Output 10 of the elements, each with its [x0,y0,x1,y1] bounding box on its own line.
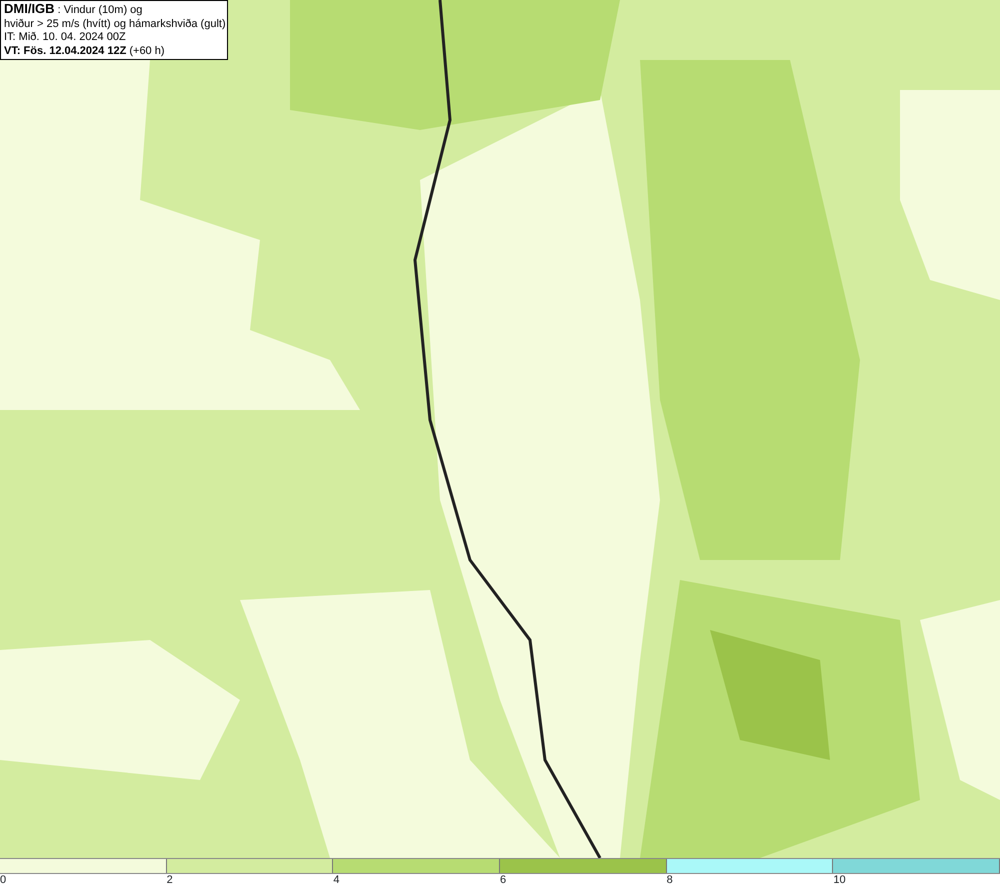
legend-tick-label: 10 [833,874,846,887]
legend-tick-label: 6 [500,874,506,887]
legend-tick-label: 2 [166,874,173,887]
valid-time: VT: Fös. 12.04.2024 12Z (+60 h) [4,44,166,58]
initial-time: IT: Mið. 10. 04. 2024 00Z [4,31,127,44]
map-subtitle: hviður > 25 m/s (hvítt) og hámarkshviða (gult) [4,18,224,31]
legend-tick-label: 0 [0,874,6,887]
legend-tick-label: 8 [666,874,673,887]
legend-tick-label: 4 [333,874,340,887]
map-title: DMI/IGB : Vindur (10m) og [4,2,144,18]
